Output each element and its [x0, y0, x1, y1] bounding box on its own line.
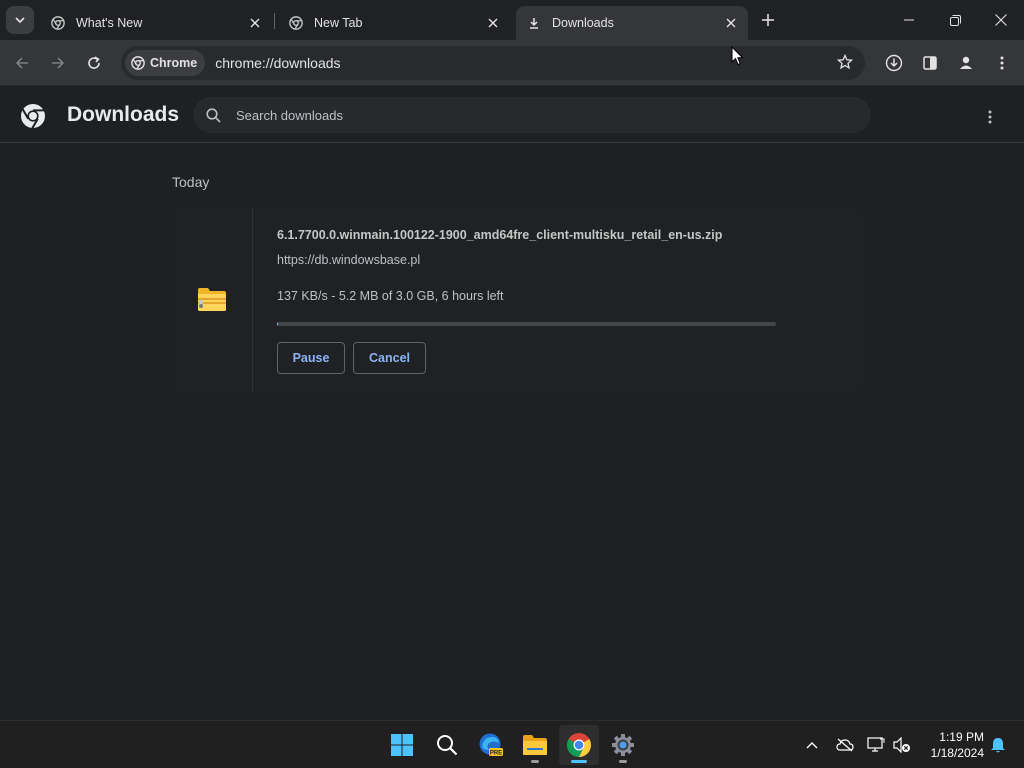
arrow-left-icon: [15, 57, 28, 69]
start-button[interactable]: [382, 725, 422, 765]
running-indicator: [571, 760, 587, 763]
close-window-button[interactable]: [978, 0, 1024, 40]
download-circle-icon: [885, 54, 903, 72]
chrome-logo-icon: [20, 103, 46, 134]
settings-icon: [612, 734, 634, 756]
restore-icon: [949, 14, 961, 26]
close-icon[interactable]: [246, 14, 264, 32]
download-source-url[interactable]: https://db.windowsbase.pl: [277, 253, 420, 267]
clock-time: 1:19 PM: [939, 730, 984, 744]
new-tab-button[interactable]: [756, 8, 780, 32]
minimize-icon: [904, 19, 914, 21]
browser-menu-button[interactable]: [988, 49, 1016, 77]
running-indicator: [619, 760, 627, 763]
download-progress-bar: [277, 322, 776, 326]
network-icon: [867, 737, 885, 752]
kebab-menu-icon: [988, 110, 992, 124]
close-icon[interactable]: [722, 14, 740, 32]
site-info-chip[interactable]: Chrome: [125, 50, 206, 76]
forward-button[interactable]: [44, 49, 72, 77]
address-bar[interactable]: Chrome chrome://downloads: [121, 46, 865, 80]
side-panel-icon: [923, 56, 937, 70]
edge-badge-text: PRE: [490, 751, 502, 757]
edge-beta-icon: PRE: [479, 733, 503, 757]
cancel-button[interactable]: Cancel: [353, 342, 426, 374]
close-icon: [995, 14, 1007, 26]
kebab-menu-icon: [1000, 56, 1004, 70]
tab-title: What's New: [76, 16, 143, 30]
card-divider: [252, 208, 253, 392]
zip-folder-icon: [197, 286, 227, 317]
search-input[interactable]: [236, 107, 836, 123]
taskbar-edge-beta[interactable]: PRE: [471, 725, 511, 765]
tray-onedrive[interactable]: [833, 733, 857, 757]
side-panel-button[interactable]: [916, 49, 944, 77]
chrome-icon: [50, 15, 66, 31]
tab-new-tab[interactable]: New Tab: [274, 6, 510, 40]
pause-button[interactable]: Pause: [277, 342, 345, 374]
tab-strip: What's New New Tab Downloads: [0, 0, 1024, 40]
chip-label: Chrome: [150, 56, 198, 70]
mouse-cursor-icon: [731, 45, 744, 71]
system-clock[interactable]: 1:19 PM 1/18/2024: [920, 729, 984, 761]
downloads-toolbar-button[interactable]: [880, 49, 908, 77]
taskbar-chrome[interactable]: [559, 725, 599, 765]
running-indicator: [531, 760, 539, 763]
arrow-right-icon: [52, 57, 65, 69]
browser-toolbar: Chrome chrome://downloads: [0, 40, 1024, 86]
downloads-menu-button[interactable]: [978, 105, 1002, 129]
download-filename[interactable]: 6.1.7700.0.winmain.100122-1900_amd64fre_…: [277, 228, 722, 242]
search-icon: [206, 107, 221, 123]
taskbar-settings[interactable]: [603, 725, 643, 765]
profile-button[interactable]: [952, 49, 980, 77]
taskbar: PRE 1:19 PM 1/18/2024: [0, 720, 1024, 768]
downloads-header: Downloads: [0, 87, 1024, 143]
tray-network[interactable]: [864, 733, 888, 757]
windows-start-icon: [391, 734, 413, 756]
reload-button[interactable]: [80, 49, 108, 77]
restore-button[interactable]: [932, 0, 978, 40]
tab-title: New Tab: [314, 16, 363, 30]
chevron-down-icon: [15, 17, 25, 24]
avatar-icon: [960, 56, 972, 69]
cloud-off-icon: [836, 738, 854, 752]
date-group-label: Today: [172, 174, 210, 190]
plus-icon: [762, 14, 774, 26]
minimize-button[interactable]: [886, 0, 932, 40]
show-hidden-icons-button[interactable]: [800, 733, 824, 757]
taskbar-file-explorer[interactable]: [515, 725, 555, 765]
close-icon[interactable]: [484, 14, 502, 32]
reload-icon: [88, 56, 100, 69]
download-item-card: 6.1.7700.0.winmain.100122-1900_amd64fre_…: [172, 208, 862, 392]
tab-downloads[interactable]: Downloads: [516, 6, 748, 40]
file-explorer-icon: [523, 735, 547, 755]
download-status: 137 KB/s - 5.2 MB of 3.0 GB, 6 hours lef…: [277, 289, 504, 303]
notifications-button[interactable]: [986, 733, 1010, 757]
chrome-icon: [566, 733, 591, 757]
url-text[interactable]: chrome://downloads: [215, 55, 340, 71]
bookmark-star-icon[interactable]: [836, 53, 854, 75]
clock-date: 1/18/2024: [930, 746, 984, 760]
tray-volume[interactable]: [890, 733, 914, 757]
tab-search-button[interactable]: [6, 6, 34, 34]
page-title: Downloads: [67, 103, 180, 126]
search-downloads-box[interactable]: [193, 97, 871, 133]
download-progress-fill: [277, 322, 278, 326]
download-icon: [526, 15, 542, 31]
volume-muted-icon: [893, 737, 910, 753]
tab-title: Downloads: [552, 16, 614, 30]
chrome-icon: [288, 15, 304, 31]
tab-whats-new[interactable]: What's New: [36, 6, 272, 40]
taskbar-search-button[interactable]: [427, 725, 467, 765]
back-button[interactable]: [8, 49, 36, 77]
chrome-icon: [131, 56, 145, 70]
chevron-up-icon: [806, 742, 818, 749]
bell-icon: [991, 737, 1005, 752]
search-icon: [437, 735, 458, 756]
